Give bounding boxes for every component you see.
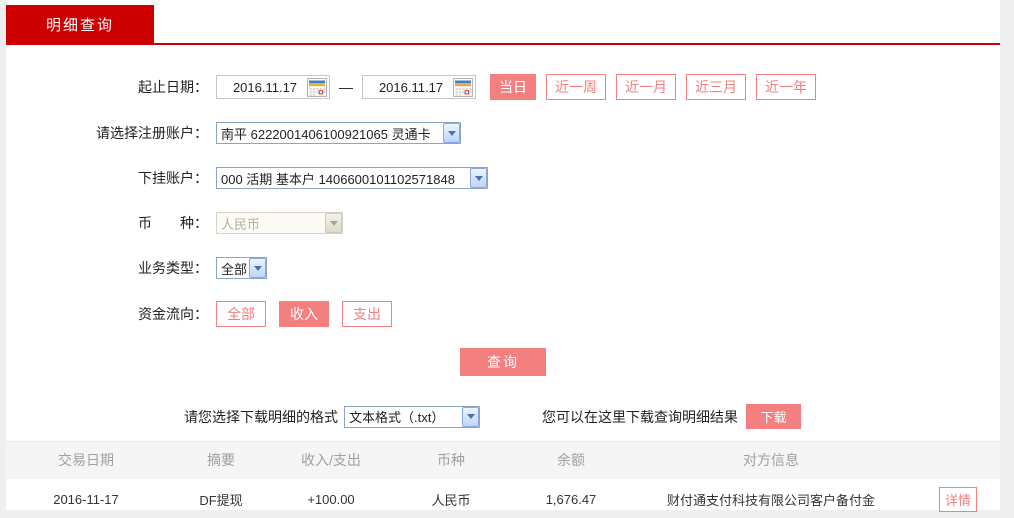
query-button-row: 查询 [6, 348, 1000, 376]
quick-range-month[interactable]: 近一月 [616, 74, 676, 100]
header-amount: 收入/支出 [301, 452, 361, 469]
download-format-label: 请您选择下载明细的格式 [184, 408, 338, 425]
register-account-select[interactable]: 南平 6222001406100921065 灵通卡 [216, 122, 461, 144]
download-row: 请您选择下载明细的格式 文本格式（.txt） 您可以在这里下载查询明细结果 下载 [184, 404, 1000, 429]
header-counterparty: 对方信息 [743, 452, 799, 469]
sub-account-label: 下挂账户： [138, 170, 208, 186]
cell-date: 2016-11-17 [6, 478, 166, 518]
chevron-down-icon [470, 168, 487, 188]
chevron-down-icon [325, 213, 342, 233]
calendar-icon[interactable] [453, 77, 473, 97]
cell-amount: +100.00 [276, 478, 386, 518]
fund-flow-expense-button[interactable]: 支出 [342, 301, 392, 327]
sub-account-row: 下挂账户： 000 活期 基本户 1406600101102571848 [6, 166, 1000, 190]
end-date-value: 2016.11.17 [378, 79, 444, 95]
chevron-down-icon [249, 258, 266, 278]
download-button[interactable]: 下载 [746, 404, 801, 429]
currency-value: 人民币 [221, 216, 261, 232]
register-account-row: 请选择注册账户： 南平 6222001406100921065 灵通卡 [6, 121, 1000, 145]
date-range-label: 起止日期： [138, 79, 208, 95]
business-type-label: 业务类型： [138, 260, 208, 276]
cell-action: 详情 [916, 478, 1000, 518]
business-type-select[interactable]: 全部 [216, 257, 267, 279]
header-date: 交易日期 [58, 452, 114, 469]
query-button[interactable]: 查询 [460, 348, 546, 376]
cell-summary: DF提现 [166, 478, 276, 518]
table-header-row: 交易日期 摘要 收入/支出 币种 余额 对方信息 [6, 441, 1000, 479]
start-date-value: 2016.11.17 [232, 79, 298, 95]
register-account-label: 请选择注册账户： [96, 125, 208, 141]
header-currency: 币种 [437, 452, 465, 469]
business-type-row: 业务类型： 全部 [6, 256, 1000, 280]
transaction-table: 交易日期 摘要 收入/支出 币种 余额 对方信息 2016-11-17 DF提现… [6, 441, 1000, 518]
currency-label: 币 种： [138, 215, 208, 231]
page: 明细查询 起止日期： 2016.11.17 — 2016.11.17 当日 近一… [6, 0, 1000, 518]
start-date-input[interactable]: 2016.11.17 [216, 75, 330, 99]
tab-bar: 明细查询 [6, 0, 1000, 45]
tab-detail-query[interactable]: 明细查询 [6, 5, 154, 43]
sub-account-value: 000 活期 基本户 1406600101102571848 [221, 171, 455, 187]
business-type-value: 全部 [221, 261, 248, 277]
currency-select: 人民币 [216, 212, 343, 234]
fund-flow-row: 资金流向： 全部 收入 支出 [6, 301, 1000, 327]
quick-range-quarter[interactable]: 近三月 [686, 74, 746, 100]
header-action [916, 442, 1000, 479]
cell-counterparty: 财付通支付科技有限公司客户备付金 [626, 478, 916, 518]
quick-range-today[interactable]: 当日 [490, 74, 536, 100]
download-format-select[interactable]: 文本格式（.txt） [344, 405, 480, 428]
end-date-input[interactable]: 2016.11.17 [362, 75, 476, 99]
currency-row: 币 种： 人民币 [6, 211, 1000, 235]
calendar-icon[interactable] [307, 77, 327, 97]
quick-range-week[interactable]: 近一周 [546, 74, 606, 100]
table-row: 2016-11-17 DF提现 +100.00 人民币 1,676.47 财付通… [6, 478, 1000, 518]
fund-flow-all-button[interactable]: 全部 [216, 301, 266, 327]
quick-range-year[interactable]: 近一年 [756, 74, 816, 100]
sub-account-select[interactable]: 000 活期 基本户 1406600101102571848 [216, 167, 488, 189]
fund-flow-label: 资金流向： [138, 306, 208, 322]
header-summary: 摘要 [207, 452, 235, 469]
chevron-down-icon [443, 123, 460, 143]
cell-balance: 1,676.47 [516, 478, 626, 518]
header-balance: 余额 [557, 452, 585, 469]
fund-flow-income-button[interactable]: 收入 [279, 301, 329, 327]
chevron-down-icon [462, 406, 479, 427]
date-separator: — [339, 79, 353, 95]
detail-button[interactable]: 详情 [939, 487, 977, 513]
download-format-value: 文本格式（.txt） [349, 410, 445, 425]
date-range-row: 起止日期： 2016.11.17 — 2016.11.17 当日 近一周 近一月… [6, 74, 1000, 100]
cell-currency: 人民币 [386, 478, 516, 518]
register-account-value: 南平 6222001406100921065 灵通卡 [221, 126, 431, 142]
query-form: 起止日期： 2016.11.17 — 2016.11.17 当日 近一周 近一月… [6, 45, 1000, 429]
download-hint: 您可以在这里下载查询明细结果 [542, 408, 738, 425]
